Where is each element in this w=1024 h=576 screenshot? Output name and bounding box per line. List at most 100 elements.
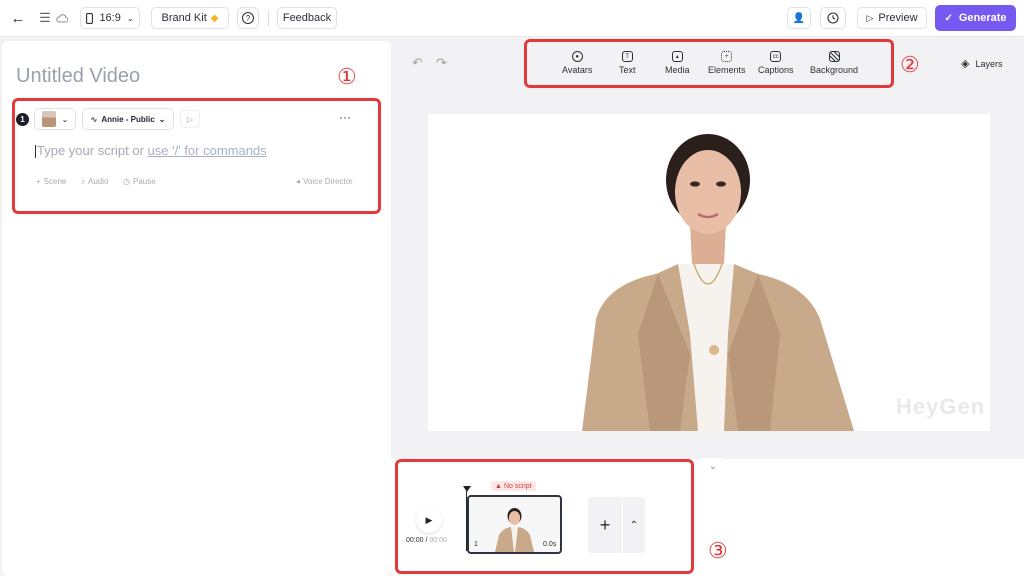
- play-icon: ▶: [425, 514, 433, 525]
- time-separator: /: [425, 537, 428, 544]
- chevron-down-icon: ⌄: [158, 114, 166, 124]
- layers-icon: ◈: [961, 58, 970, 70]
- toolbar-avatars-label: Avatars: [562, 65, 593, 75]
- voice-name: Annie - Public: [101, 114, 155, 124]
- toolbar-background-label: Background: [810, 65, 859, 75]
- current-time: 00:00: [406, 537, 424, 544]
- layers-label: Layers: [975, 58, 1003, 69]
- toolbar-text-label: Text: [619, 65, 636, 75]
- playhead-marker[interactable]: [463, 486, 471, 492]
- help-button[interactable]: ?: [237, 7, 259, 29]
- warning-icon: ▲: [495, 482, 502, 490]
- plus-icon: +: [36, 177, 41, 186]
- avatar-icon: ●: [571, 51, 583, 62]
- divider: [268, 10, 269, 26]
- video-title[interactable]: Untitled Video: [16, 65, 140, 88]
- brand-kit-label: Brand Kit: [161, 12, 207, 24]
- feedback-button[interactable]: Feedback: [277, 7, 337, 29]
- phone-icon: [86, 12, 94, 24]
- toolbar-avatars[interactable]: ● Avatars: [562, 51, 592, 75]
- preview-label: Preview: [878, 12, 918, 24]
- history-button[interactable]: [820, 7, 846, 29]
- add-scene-label: Scene: [43, 177, 67, 186]
- layers-button[interactable]: ◈ Layers: [961, 57, 1002, 70]
- avatar: [41, 111, 56, 127]
- toolbar-background[interactable]: Background: [810, 51, 858, 75]
- script-input[interactable]: Type your script or use '/' for commands: [35, 143, 267, 159]
- toolbar-captions-label: Captions: [758, 65, 794, 75]
- chevron-down-icon: ⌄: [708, 460, 718, 472]
- aspect-ratio-label: 16:9: [99, 12, 121, 24]
- voice-director-action[interactable]: ◂ Voice Director: [296, 177, 353, 186]
- add-pause-label: Pause: [132, 177, 156, 186]
- check-icon: ✓: [944, 12, 953, 24]
- annotation-marker-3: ③: [708, 538, 728, 563]
- voice-preview-button[interactable]: ▷: [180, 110, 200, 128]
- waveform-icon: ∿: [90, 114, 98, 124]
- captions-icon: cc: [770, 51, 782, 62]
- generate-label: Generate: [958, 12, 1007, 24]
- toolbar-elements[interactable]: + Elements: [708, 51, 746, 75]
- annotation-marker-1: ①: [337, 64, 357, 89]
- megaphone-icon: ◂: [296, 177, 301, 186]
- play-outline-icon: ▷: [186, 114, 194, 124]
- question-icon: ?: [242, 12, 254, 24]
- clock-icon: [827, 12, 839, 24]
- add-user-icon: 👤: [792, 12, 806, 24]
- toolbar-elements-label: Elements: [708, 65, 746, 75]
- collapse-timeline-button[interactable]: ⌄: [702, 458, 724, 474]
- more-options-button[interactable]: ···: [336, 110, 354, 126]
- undo-icon[interactable]: ↶: [412, 55, 423, 71]
- text-icon: T: [621, 51, 633, 62]
- text-cursor: [35, 145, 36, 159]
- add-pause-action[interactable]: ◷ Pause: [123, 177, 156, 186]
- timecode: 00:00 / 00:00: [406, 537, 447, 544]
- cloud-save-icon: [54, 7, 70, 29]
- play-outline-icon: ▷: [866, 12, 874, 23]
- commands-link[interactable]: use '/' for commands: [148, 143, 267, 158]
- redo-icon[interactable]: ↷: [436, 55, 447, 71]
- elements-icon: +: [721, 51, 733, 62]
- diamond-icon: ◆: [210, 12, 219, 24]
- plus-icon: +: [599, 514, 611, 535]
- toolbar-captions[interactable]: cc Captions: [758, 51, 794, 75]
- background-icon: [828, 51, 840, 62]
- voice-select[interactable]: ∿ Annie - Public ⌄: [82, 108, 174, 130]
- add-scene-action[interactable]: + Scene: [36, 177, 66, 186]
- menu-icon[interactable]: ☰: [38, 7, 52, 29]
- add-user-button[interactable]: 👤: [787, 7, 811, 29]
- back-arrow-icon[interactable]: ←: [8, 7, 28, 29]
- top-bar: ← ☰ 16:9 ⌄ Brand Kit ◆ ? Feedback 👤 ▷ Pr…: [0, 0, 1024, 37]
- avatar-select[interactable]: ⌄: [34, 108, 76, 130]
- clip-index: 1: [474, 541, 478, 548]
- pause-clock-icon: ◷: [123, 177, 130, 186]
- toolbar-media[interactable]: ▴ Media: [665, 51, 690, 75]
- expand-timeline-button[interactable]: ⌃: [623, 497, 645, 553]
- ellipsis-icon: ···: [339, 110, 351, 124]
- aspect-ratio-select[interactable]: 16:9 ⌄: [80, 7, 140, 29]
- video-canvas[interactable]: [428, 114, 990, 431]
- no-script-warning: ▲ No script: [491, 481, 536, 491]
- add-scene-button[interactable]: +: [588, 497, 622, 553]
- toolbar-media-label: Media: [665, 65, 690, 75]
- brand-kit-button[interactable]: Brand Kit ◆: [151, 7, 229, 29]
- avatar-preview: [582, 134, 854, 431]
- feedback-label: Feedback: [282, 12, 332, 24]
- preview-button[interactable]: ▷ Preview: [857, 7, 927, 29]
- annotation-marker-2: ②: [900, 52, 920, 77]
- scene-number-badge: 1: [16, 113, 29, 126]
- chevron-up-icon: ⌃: [629, 519, 639, 531]
- script-placeholder-prefix: Type your script or: [37, 143, 148, 158]
- total-time: 00:00: [429, 537, 447, 544]
- add-audio-action[interactable]: ♪ Audio: [81, 177, 108, 186]
- microphone-icon: ♪: [81, 177, 85, 186]
- toolbar-text[interactable]: T Text: [619, 51, 636, 75]
- warning-label: No script: [503, 482, 532, 490]
- clip-duration: 0.0s: [543, 541, 557, 548]
- add-audio-label: Audio: [88, 177, 109, 186]
- chevron-down-icon: ⌄: [126, 13, 134, 23]
- generate-button[interactable]: ✓ Generate: [935, 5, 1016, 31]
- image-icon: ▴: [671, 51, 683, 62]
- heygen-watermark: HeyGen: [896, 394, 986, 419]
- timeline-play-button[interactable]: ▶: [416, 507, 442, 533]
